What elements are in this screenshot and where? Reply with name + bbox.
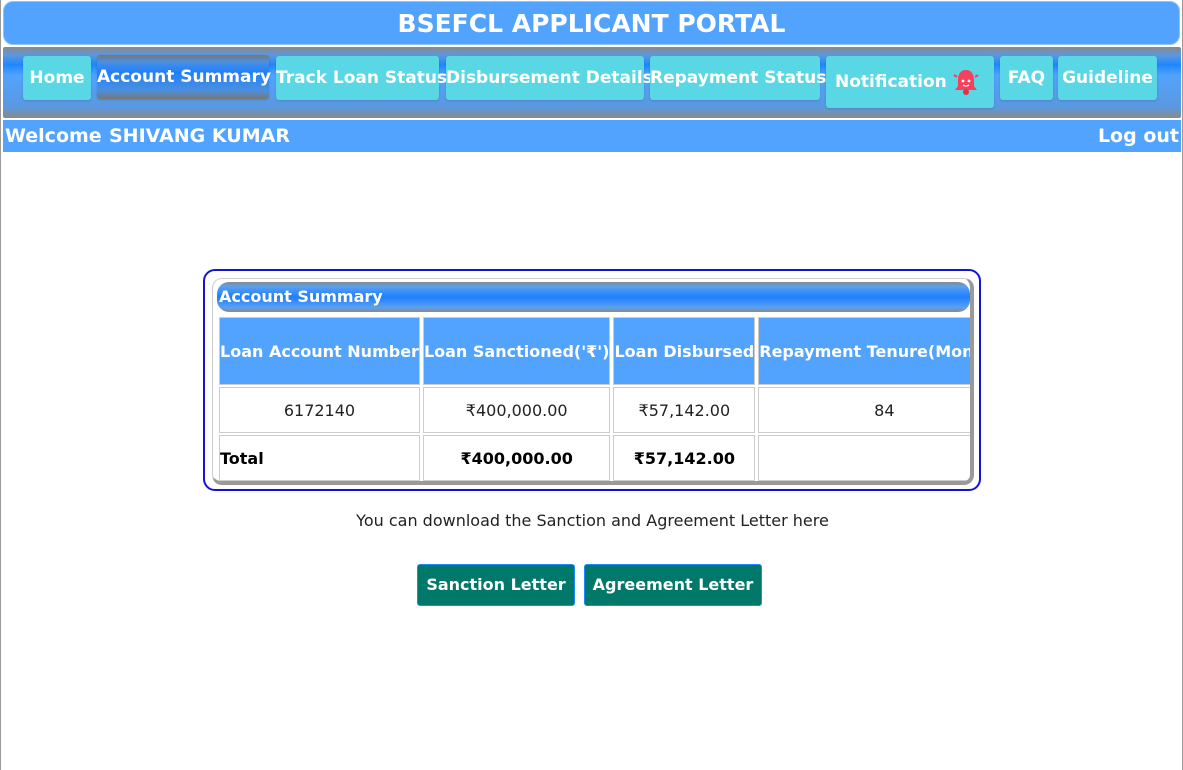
bell-icon (953, 70, 979, 95)
nav-home-label: Home (29, 68, 85, 88)
table-header-row: Loan Account Number Loan Sanctioned('₹')… (219, 317, 970, 385)
agreement-letter-label: Agreement Letter (592, 575, 754, 594)
download-instructions: You can download the Sanction and Agreem… (356, 511, 829, 530)
cell-account-number: 6172140 (219, 387, 420, 433)
welcome-label: Welcome (5, 125, 102, 147)
col-loan-disbursed: Loan Disbursed (613, 317, 756, 385)
table-row: 6172140 ₹400,000.00 ₹57,142.00 84 (219, 387, 970, 433)
welcome-bar: Welcome SHIVANG KUMAR Log out (3, 120, 1181, 152)
agreement-letter-button[interactable]: Agreement Letter (584, 564, 762, 606)
cell-tenure: 84 (758, 387, 970, 433)
nav-repayment-status-label: Repayment Status (650, 68, 827, 88)
nav-account-summary-label: Account Summary (97, 67, 271, 87)
col-loan-sanctioned: Loan Sanctioned('₹') (422, 317, 611, 385)
nav-faq[interactable]: FAQ (1000, 56, 1053, 100)
col-loan-account-number: Loan Account Number (219, 317, 420, 385)
nav-guideline[interactable]: Guideline (1058, 56, 1157, 100)
cell-total-disbursed: ₹57,142.00 (613, 435, 756, 481)
cell-total-label: Total (219, 435, 420, 481)
cell-disbursed: ₹57,142.00 (613, 387, 756, 433)
nav-disbursement-details-label: Disbursement Details (446, 68, 653, 88)
account-summary-title: Account Summary (217, 282, 970, 312)
nav-track-loan-status[interactable]: Track Loan Status (276, 56, 447, 100)
portal-title: BSEFCL APPLICANT PORTAL (3, 1, 1180, 45)
sanction-letter-button[interactable]: Sanction Letter (417, 564, 575, 606)
nav-notification[interactable]: Notification (826, 56, 994, 108)
nav-track-loan-status-label: Track Loan Status (276, 68, 448, 88)
account-summary-inner: Account Summary Loan Account Number Loan… (212, 278, 974, 485)
nav-notification-label: Notification (835, 72, 947, 92)
user-name: SHIVANG KUMAR (109, 125, 290, 147)
cell-sanctioned: ₹400,000.00 (422, 387, 611, 433)
nav-repayment-status[interactable]: Repayment Status (650, 56, 826, 100)
nav-faq-label: FAQ (1007, 68, 1046, 88)
cell-total-sanctioned: ₹400,000.00 (422, 435, 611, 481)
table-total-row: Total ₹400,000.00 ₹57,142.00 (219, 435, 970, 481)
col-repayment-tenure: Repayment Tenure(Months) (758, 317, 970, 385)
sanction-letter-label: Sanction Letter (426, 575, 566, 594)
nav-disbursement-details[interactable]: Disbursement Details (446, 56, 653, 100)
logout-link[interactable]: Log out (1098, 120, 1179, 152)
account-summary-panel: Account Summary Loan Account Number Loan… (203, 269, 981, 491)
nav-guideline-label: Guideline (1062, 68, 1153, 88)
cell-total-empty (758, 435, 970, 481)
main-nav: Home Account Summary Track Loan Status D… (3, 47, 1181, 118)
account-summary-table: Loan Account Number Loan Sanctioned('₹')… (216, 315, 970, 481)
nav-account-summary[interactable]: Account Summary (97, 55, 271, 99)
nav-home[interactable]: Home (23, 56, 91, 100)
